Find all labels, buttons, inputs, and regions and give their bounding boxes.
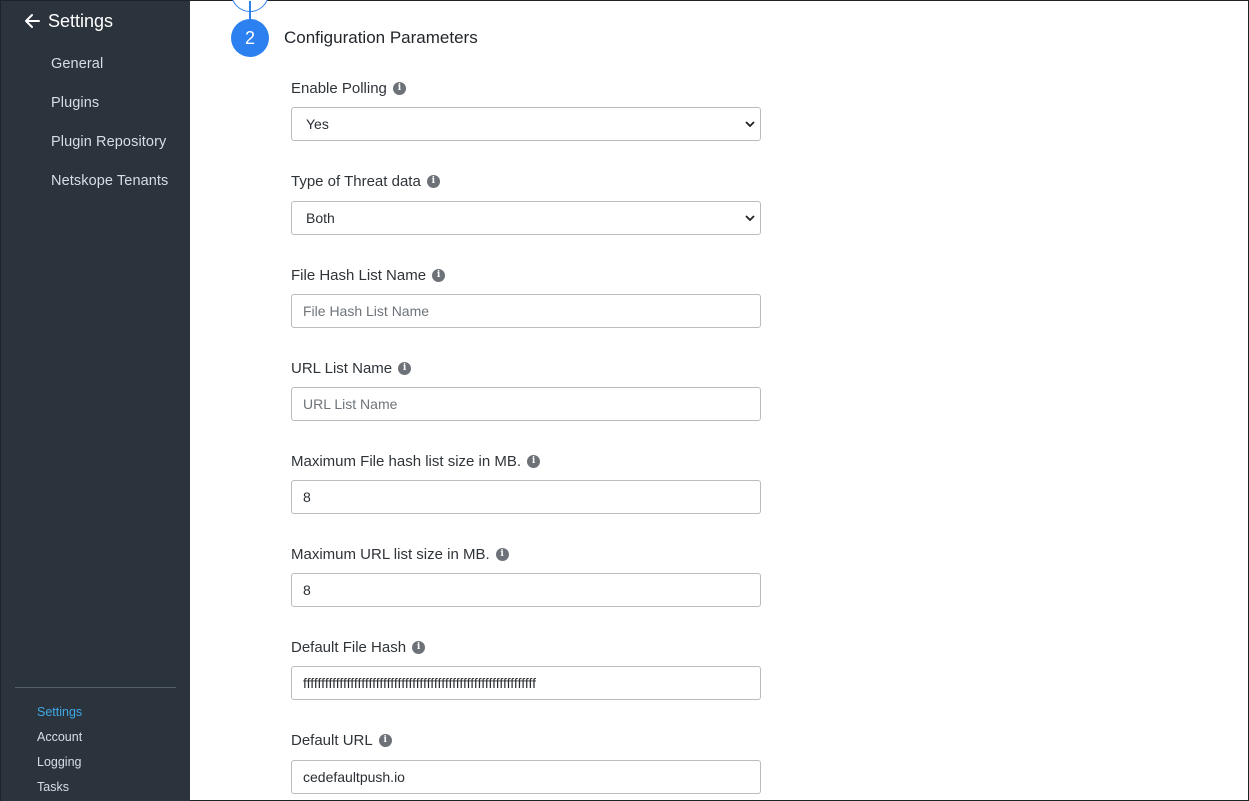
field-label-text: Type of Threat data	[291, 173, 421, 190]
default-url-input[interactable]: cedefaultpush.io	[291, 760, 761, 794]
select-value: Both	[306, 210, 335, 226]
select-value: Yes	[306, 116, 329, 132]
sidebar-header: Settings	[23, 9, 113, 33]
max-url-list-size-input[interactable]: 8	[291, 573, 761, 607]
sidebar-divider	[15, 687, 176, 688]
enable-polling-select[interactable]: Yes	[291, 107, 761, 141]
main-content: 2 Configuration Parameters Enable Pollin…	[190, 0, 1248, 800]
info-icon[interactable]: i	[495, 548, 509, 561]
sidebar: Settings General Plugins Plugin Reposito…	[1, 1, 190, 801]
field-label-text: Enable Polling	[291, 80, 387, 97]
field-label-text: File Hash List Name	[291, 267, 427, 284]
max-file-hash-size-input[interactable]: 8	[291, 480, 761, 514]
bottom-nav-tasks[interactable]: Tasks	[37, 780, 69, 794]
info-icon[interactable]: i	[412, 641, 426, 654]
input-value: ffffffffffffffffffffffffffffffffffffffff…	[303, 675, 537, 691]
default-file-hash-label: Default File Hash i	[291, 639, 426, 656]
section-title: Configuration Parameters	[284, 28, 478, 47]
info-icon[interactable]: i	[527, 455, 541, 468]
field-label-text: Default URL	[291, 732, 373, 749]
input-placeholder: File Hash List Name	[303, 303, 430, 319]
bottom-nav-logging[interactable]: Logging	[37, 755, 82, 769]
file-hash-list-name-label: File Hash List Name i	[291, 267, 446, 284]
threat-data-type-select[interactable]: Both	[291, 201, 761, 235]
file-hash-list-name-input[interactable]: File Hash List Name	[291, 294, 761, 328]
url-list-name-input[interactable]: URL List Name	[291, 387, 761, 421]
sidebar-item-general[interactable]: General	[51, 56, 103, 72]
max-file-hash-size-label: Maximum File hash list size in MB. i	[291, 453, 541, 470]
field-label-text: Default File Hash	[291, 639, 407, 656]
chevron-down-icon	[744, 118, 756, 130]
step-2-indicator: 2	[231, 19, 269, 57]
info-icon[interactable]: i	[398, 362, 412, 375]
field-label-text: Maximum File hash list size in MB.	[291, 453, 522, 470]
chevron-down-icon	[744, 212, 756, 224]
info-icon[interactable]: i	[392, 82, 406, 95]
threat-data-type-label: Type of Threat data i	[291, 173, 440, 190]
info-icon[interactable]: i	[378, 734, 392, 747]
sidebar-item-netskope-tenants[interactable]: Netskope Tenants	[51, 173, 168, 189]
default-file-hash-input[interactable]: ffffffffffffffffffffffffffffffffffffffff…	[291, 666, 761, 700]
bottom-nav-settings[interactable]: Settings	[37, 705, 82, 719]
step-connector	[249, 1, 251, 19]
input-value: cedefaultpush.io	[303, 769, 405, 785]
bottom-nav-account[interactable]: Account	[37, 730, 82, 744]
input-value: 8	[303, 489, 311, 505]
info-icon[interactable]: i	[426, 175, 440, 188]
input-value: 8	[303, 582, 311, 598]
max-url-list-size-label: Maximum URL list size in MB. i	[291, 546, 509, 563]
enable-polling-label: Enable Polling i	[291, 80, 406, 97]
arrow-left-icon[interactable]	[23, 12, 41, 30]
sidebar-item-plugin-repository[interactable]: Plugin Repository	[51, 134, 166, 150]
input-placeholder: URL List Name	[303, 396, 398, 412]
field-label-text: URL List Name	[291, 360, 393, 377]
url-list-name-label: URL List Name i	[291, 360, 412, 377]
info-icon[interactable]: i	[432, 269, 446, 282]
default-url-label: Default URL i	[291, 732, 392, 749]
field-label-text: Maximum URL list size in MB.	[291, 546, 490, 563]
sidebar-item-plugins[interactable]: Plugins	[51, 95, 99, 111]
sidebar-title: Settings	[48, 10, 114, 31]
